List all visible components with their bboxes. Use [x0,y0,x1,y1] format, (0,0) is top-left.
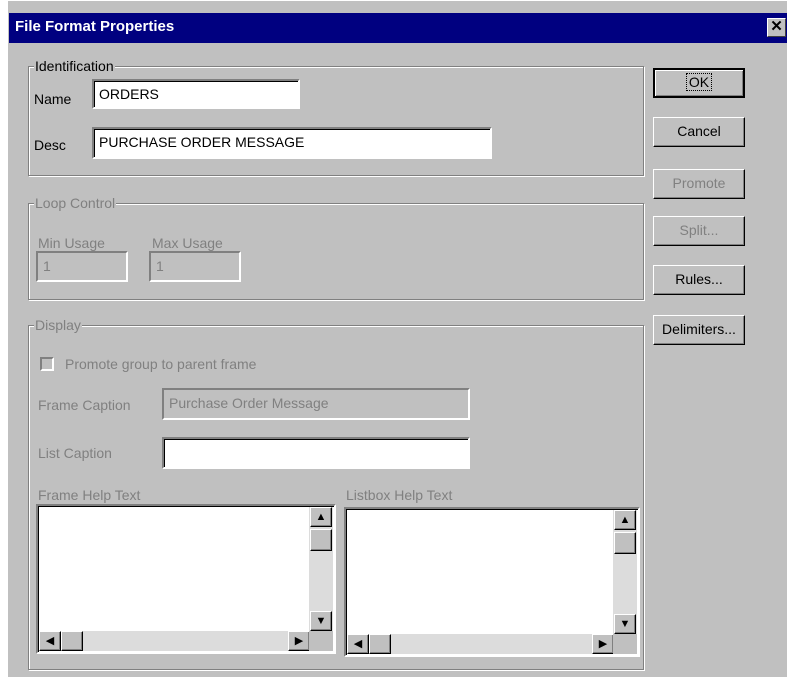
ok-button[interactable]: OK [653,68,745,98]
list-caption-field[interactable] [162,437,470,469]
vscroll-thumb[interactable] [614,532,636,554]
window-title: File Format Properties [15,18,175,35]
delimiters-button[interactable]: Delimiters... [653,315,745,345]
frame-help-label: Frame Help Text [38,487,141,503]
min-usage-field[interactable]: 1 [36,251,128,282]
title-bar[interactable]: File Format Properties ✕ [9,13,787,43]
scroll-up-icon[interactable]: ▲ [310,507,332,527]
file-format-properties-dialog: File Format Properties ✕ Identification … [7,0,787,677]
promote-button[interactable]: Promote [653,169,745,199]
scroll-down-icon[interactable]: ▼ [614,614,636,634]
listbox-help-textbox[interactable]: ▲ ▼ ◀ ▶ [344,507,640,657]
ok-button-label: OK [685,73,713,91]
cancel-button[interactable]: Cancel [653,117,745,147]
frame-help-hscroll[interactable]: ◀ ▶ [39,631,310,651]
desc-field[interactable]: PURCHASE ORDER MESSAGE [92,127,492,159]
vscroll-thumb[interactable] [310,529,332,551]
loop-control-legend: Loop Control [34,194,117,212]
display-legend: Display [34,316,82,334]
scroll-right-icon[interactable]: ▶ [592,634,614,654]
listbox-help-vscroll[interactable]: ▲ ▼ [613,510,637,634]
scroll-right-icon[interactable]: ▶ [288,631,310,651]
min-usage-label: Min Usage [38,235,105,251]
max-usage-label: Max Usage [152,235,223,251]
scroll-down-icon[interactable]: ▼ [310,611,332,631]
list-caption-label: List Caption [38,445,112,461]
rules-button[interactable]: Rules... [653,265,745,295]
split-button[interactable]: Split... [653,216,745,246]
frame-help-vscroll[interactable]: ▲ ▼ [309,507,333,631]
listbox-help-label: Listbox Help Text [346,487,453,503]
promote-group-label: Promote group to parent frame [65,356,257,372]
promote-group-checkbox[interactable] [40,357,54,371]
name-field[interactable]: ORDERS [92,79,300,109]
hscroll-thumb[interactable] [61,631,83,651]
scroll-corner [613,634,637,654]
desc-label: Desc [34,137,66,153]
frame-caption-field[interactable]: Purchase Order Message [162,388,470,420]
name-label: Name [34,91,72,107]
scroll-up-icon[interactable]: ▲ [614,510,636,530]
scroll-corner [309,631,333,651]
frame-caption-label: Frame Caption [38,397,131,413]
frame-help-textbox[interactable]: ▲ ▼ ◀ ▶ [36,504,336,654]
listbox-help-hscroll[interactable]: ◀ ▶ [347,634,614,654]
scroll-left-icon[interactable]: ◀ [39,631,61,651]
identification-legend: Identification [34,57,115,75]
hscroll-thumb[interactable] [369,634,391,654]
close-button[interactable]: ✕ [767,18,786,37]
scroll-left-icon[interactable]: ◀ [347,634,369,654]
max-usage-field[interactable]: 1 [149,251,241,282]
